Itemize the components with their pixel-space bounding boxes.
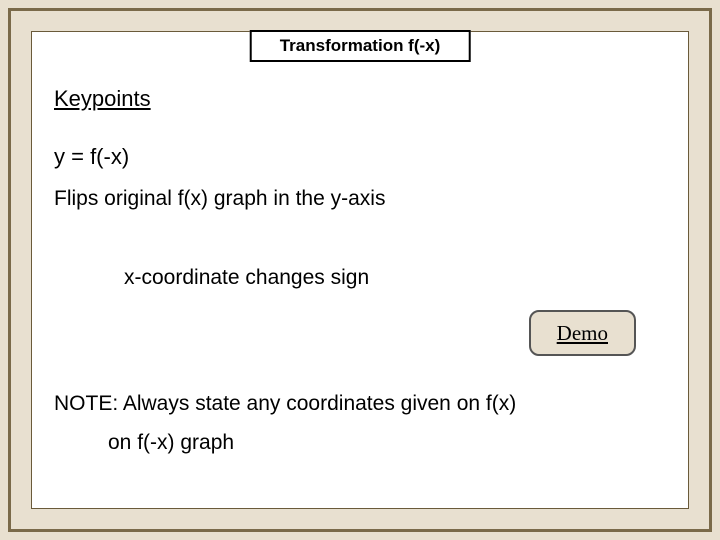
slide-content: Keypoints y = f(-x) Flips original f(x) … <box>54 84 666 498</box>
demo-row: Demo <box>54 310 666 356</box>
slide-title: Transformation f(-x) <box>280 36 441 55</box>
keypoints-heading: Keypoints <box>54 84 666 114</box>
note-line-2: on f(-x) graph <box>108 429 666 457</box>
coordinate-note: x-coordinate changes sign <box>124 264 666 292</box>
slide-title-box: Transformation f(-x) <box>250 30 471 62</box>
demo-button[interactable]: Demo <box>529 310 636 356</box>
note-line-1: NOTE: Always state any coordinates given… <box>54 390 666 418</box>
flip-description: Flips original f(x) graph in the y-axis <box>54 185 666 213</box>
equation-line: y = f(-x) <box>54 142 666 172</box>
note-block: NOTE: Always state any coordinates given… <box>54 390 666 457</box>
outer-frame: Transformation f(-x) Keypoints y = f(-x)… <box>8 8 712 532</box>
demo-button-label: Demo <box>557 321 608 345</box>
slide-frame: Transformation f(-x) Keypoints y = f(-x)… <box>31 31 689 509</box>
